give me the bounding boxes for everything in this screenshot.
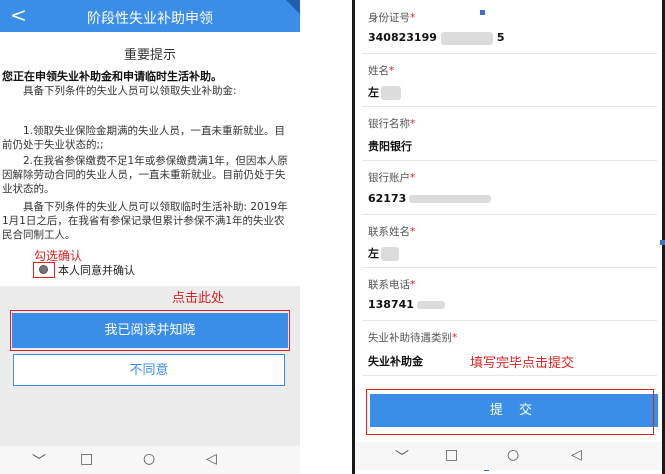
nav-triangle-icon[interactable]: ◁ bbox=[571, 447, 582, 463]
nav-home-icon[interactable]: □ bbox=[80, 451, 93, 467]
nav-home-icon[interactable]: □ bbox=[445, 447, 458, 463]
nav-triangle-icon[interactable]: ◁ bbox=[206, 451, 217, 467]
notice-text-4: 具备下列条件的失业人员可以领取临时生活补助: 2019年1月1日之后，在我省有参… bbox=[2, 200, 292, 242]
id-number-value[interactable]: 340823199 5 bbox=[368, 31, 505, 45]
header-corner-decoration bbox=[286, 0, 300, 14]
fill-complete-hint-annotation: 填写完毕点击提交 bbox=[470, 356, 575, 371]
nav-back-icon[interactable]: ﹀ bbox=[32, 451, 46, 471]
app-header: < 阶段性失业补助申领 bbox=[0, 0, 300, 32]
notice-text-1-content: 具备下列条件的失业人员可以领取失业补助金: bbox=[23, 85, 237, 97]
benefit-category-label: 失业补助待遇类别* bbox=[368, 332, 458, 344]
bank-account-value[interactable]: 62173 bbox=[368, 192, 492, 205]
checkbox-highlight-box bbox=[33, 262, 55, 278]
notice-bold-line: 您正在申领失业补助金和申请临时生活补助。 bbox=[2, 70, 222, 83]
page-title: 阶段性失业补助申领 bbox=[87, 11, 213, 27]
id-number-label: 身份证号* bbox=[368, 12, 416, 24]
notice-text-3: 2.在我省参保缴费不足1年或参保缴费满1年，但因本人原因解除劳动合同的失业人员，… bbox=[2, 154, 292, 196]
nav-circle-icon[interactable]: ○ bbox=[507, 447, 519, 463]
name-value[interactable]: 左 bbox=[368, 84, 401, 100]
field-divider bbox=[362, 267, 657, 268]
notice-text-3-content: 2.在我省参保缴费不足1年或参保缴费满1年，但因本人原因解除劳动合同的失业人员，… bbox=[2, 155, 288, 195]
field-divider bbox=[362, 106, 657, 107]
notice-text-1: 具备下列条件的失业人员可以领取失业补助金: bbox=[2, 84, 292, 98]
right-navigation-bar: ﹀ □ ○ ◁ bbox=[355, 442, 662, 470]
notice-title: 重要提示 bbox=[123, 48, 176, 63]
benefit-category-value[interactable]: 失业补助金 bbox=[368, 353, 423, 369]
selection-marker bbox=[660, 240, 665, 245]
field-divider bbox=[362, 160, 657, 161]
name-label: 姓名* bbox=[368, 65, 395, 77]
field-divider bbox=[362, 320, 657, 321]
left-phone-screen: < 阶段性失业补助申领 重要提示 您正在申领失业补助金和申请临时生活补助。 具备… bbox=[0, 0, 300, 474]
field-divider bbox=[362, 214, 657, 215]
notice-text-2-content: 1.领取失业保险金期满的失业人员，一直未重新就业。目前仍处于失业状态的;; bbox=[2, 125, 286, 151]
read-button-highlight-box bbox=[10, 310, 290, 351]
contact-name-label: 联系姓名* bbox=[368, 226, 416, 238]
click-hint-annotation: 点击此处 bbox=[172, 291, 225, 306]
notice-text-4-content: 具备下列条件的失业人员可以领取临时生活补助: 2019年1月1日之后，在我省有参… bbox=[2, 201, 288, 241]
nav-back-icon[interactable]: ﹀ bbox=[395, 447, 409, 467]
selection-marker bbox=[480, 10, 485, 15]
right-frame-left-edge bbox=[352, 0, 355, 474]
notice-text-2: 1.领取失业保险金期满的失业人员，一直未重新就业。目前仍处于失业状态的;; bbox=[2, 124, 292, 152]
left-navigation-bar: ﹀ □ ○ ◁ bbox=[0, 446, 300, 474]
contact-phone-label: 联系电话* bbox=[368, 279, 416, 291]
bank-name-value[interactable]: 贵阳银行 bbox=[368, 138, 412, 154]
contact-name-value[interactable]: 左 bbox=[368, 245, 399, 261]
agree-label: 本人同意并确认 bbox=[58, 264, 135, 277]
field-divider bbox=[362, 53, 657, 54]
disagree-button[interactable]: 不同意 bbox=[13, 354, 285, 386]
agree-radio-checkbox[interactable] bbox=[39, 265, 48, 274]
bank-account-label: 银行账户* bbox=[368, 172, 416, 184]
nav-circle-icon[interactable]: ○ bbox=[143, 451, 155, 467]
field-divider bbox=[362, 375, 657, 376]
bank-name-label: 银行名称* bbox=[368, 118, 416, 130]
submit-button-highlight-box bbox=[366, 389, 654, 435]
contact-phone-value[interactable]: 138741 bbox=[368, 298, 445, 311]
